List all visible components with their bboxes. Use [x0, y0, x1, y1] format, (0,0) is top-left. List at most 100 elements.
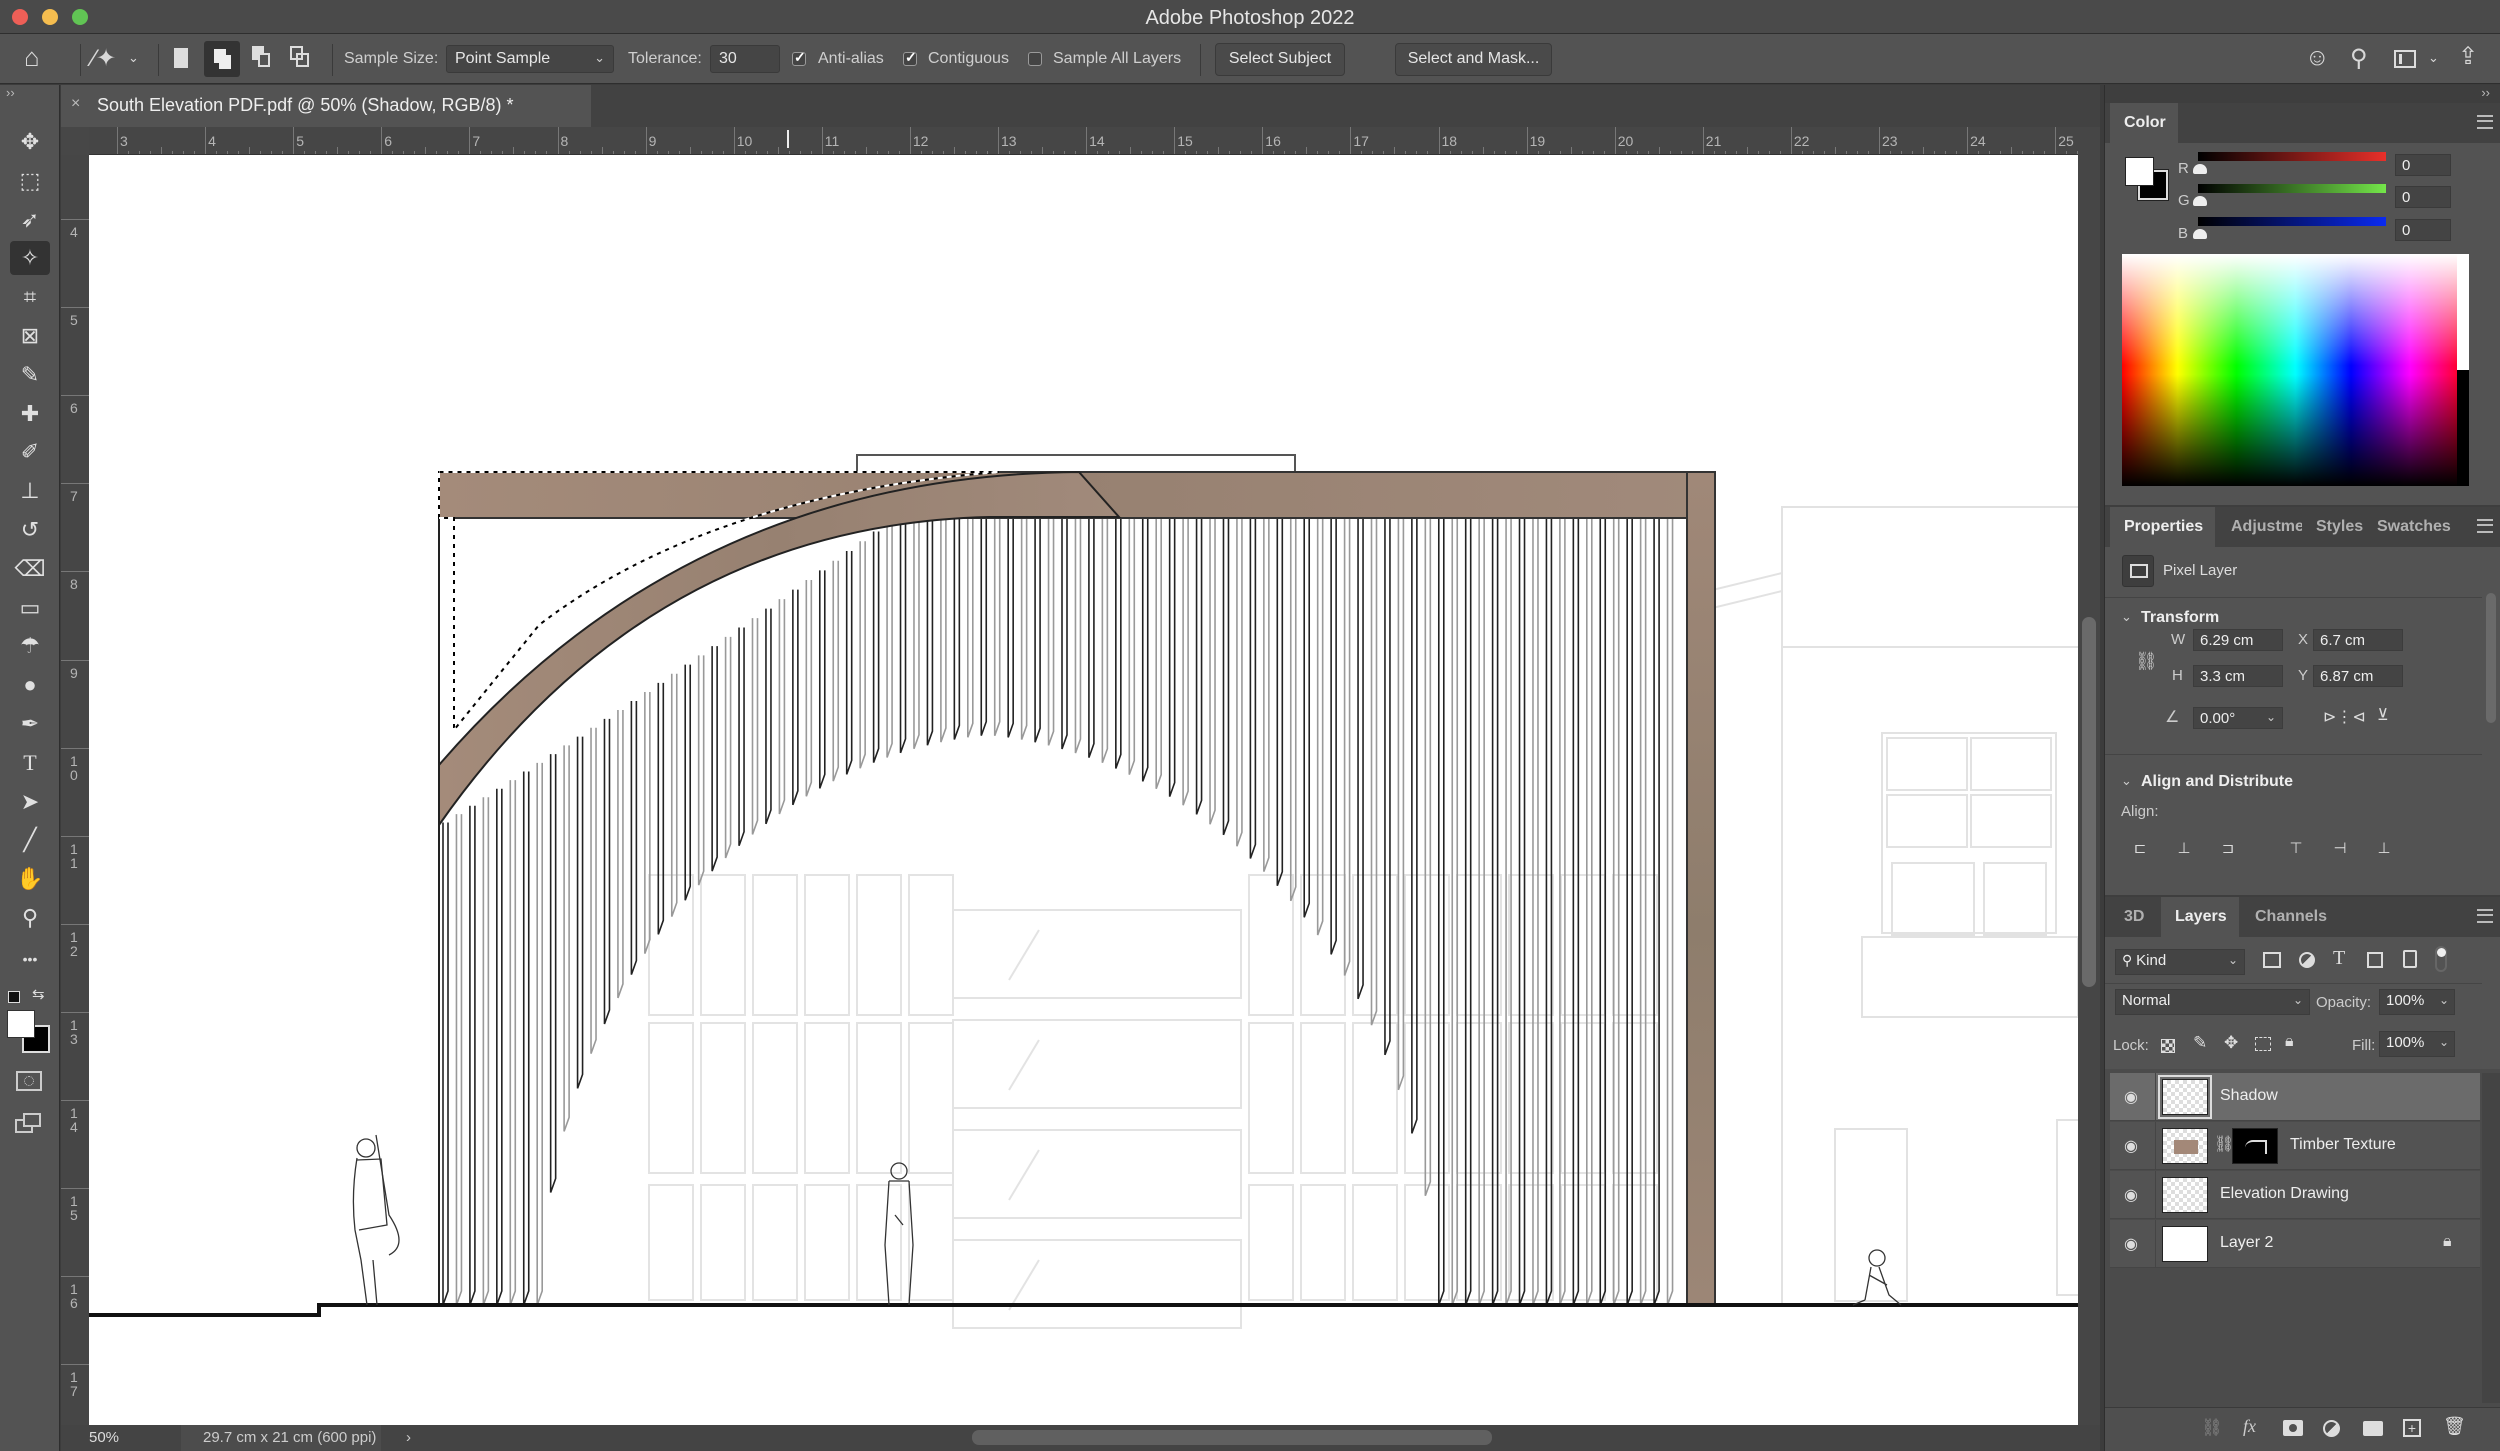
chevron-down-icon[interactable]: ⌄	[128, 50, 139, 66]
channel-r-slider[interactable]	[2198, 152, 2386, 161]
filter-type-icon[interactable]: T	[2333, 947, 2345, 970]
channel-r-input[interactable]: 0	[2395, 154, 2451, 176]
channel-g-slider[interactable]	[2198, 184, 2386, 193]
tab-adjustments[interactable]: Adjustme	[2217, 507, 2302, 547]
tolerance-input[interactable]: 30	[710, 45, 780, 73]
foreground-color-swatch[interactable]	[7, 1010, 35, 1038]
gradient-tool[interactable]: ▭	[10, 591, 50, 625]
collapse-dock-icon[interactable]: ››	[2481, 85, 2490, 100]
channel-g-thumb[interactable]	[2193, 196, 2207, 206]
visibility-eye-icon[interactable]: ◉	[2124, 1185, 2138, 1205]
channel-b-thumb[interactable]	[2193, 229, 2207, 239]
tab-styles[interactable]: Styles	[2302, 507, 2363, 547]
canvas[interactable]	[89, 155, 2078, 1425]
filter-toggle[interactable]	[2435, 946, 2447, 972]
align-horizontal-centers-icon[interactable]: ⊥	[2173, 839, 2195, 857]
document-tab[interactable]: × South Elevation PDF.pdf @ 50% (Shadow,…	[61, 85, 591, 127]
align-top-edges-icon[interactable]: ⊤	[2285, 839, 2307, 857]
contiguous-checkbox[interactable]	[903, 49, 917, 66]
share-learn-icon[interactable]: ☺	[2305, 44, 2330, 72]
y-input[interactable]: 6.87 cm	[2313, 665, 2403, 687]
subtract-from-selection-icon[interactable]	[252, 46, 272, 68]
zoom-level[interactable]: 50%	[89, 1429, 119, 1446]
move-tool[interactable]: ✥	[10, 125, 50, 159]
spectrum-black-swatch[interactable]	[2457, 370, 2469, 486]
intersect-selection-icon[interactable]	[290, 46, 310, 68]
add-to-selection-button[interactable]	[204, 41, 240, 77]
trash-icon[interactable]: 🗑︎	[2443, 1416, 2466, 1437]
properties-scrollbar-thumb[interactable]	[2486, 593, 2496, 723]
collapse-panel-icon[interactable]: ››	[6, 85, 15, 100]
tab-color[interactable]: Color	[2110, 103, 2178, 143]
flip-horizontal-icon[interactable]: ⊳⋮⊲	[2323, 707, 2366, 727]
spectrum-white-swatch[interactable]	[2457, 254, 2469, 370]
color-spectrum[interactable]	[2122, 254, 2469, 486]
channel-b-slider[interactable]	[2198, 217, 2386, 226]
tab-layers[interactable]: Layers	[2161, 897, 2239, 937]
lock-position-icon[interactable]: ✥	[2224, 1033, 2238, 1053]
height-input[interactable]: 3.3 cm	[2193, 665, 2283, 687]
eraser-tool[interactable]: ⌫	[10, 552, 50, 586]
quick-mask-icon[interactable]	[16, 1071, 42, 1091]
align-right-edges-icon[interactable]: ⊐	[2217, 839, 2239, 857]
filter-adjustment-icon[interactable]	[2299, 952, 2315, 968]
fx-icon[interactable]: fx	[2243, 1416, 2256, 1437]
healing-brush-tool[interactable]: ✚	[10, 397, 50, 431]
type-tool[interactable]: T	[10, 746, 50, 780]
eyedropper-tool[interactable]: ✎	[10, 358, 50, 392]
layer-filter-select[interactable]: ⚲ Kind ⌄	[2115, 949, 2245, 975]
panel-menu-icon[interactable]	[2477, 519, 2493, 533]
channel-b-input[interactable]: 0	[2395, 219, 2451, 241]
brush-tool[interactable]: ✐	[10, 435, 50, 469]
transform-collapse-icon[interactable]: ⌄	[2121, 609, 2132, 625]
width-input[interactable]: 6.29 cm	[2193, 629, 2283, 651]
new-selection-icon[interactable]	[174, 48, 188, 68]
align-vertical-centers-icon[interactable]: ⊣	[2329, 839, 2351, 857]
history-brush-tool[interactable]: ↺	[10, 513, 50, 547]
panel-menu-icon[interactable]	[2477, 909, 2493, 923]
close-tab-icon[interactable]: ×	[71, 95, 80, 113]
vertical-scrollbar[interactable]	[2078, 127, 2100, 1425]
anti-alias-checkbox[interactable]	[792, 49, 806, 66]
adjustment-layer-icon[interactable]	[2323, 1420, 2340, 1437]
share-icon[interactable]: ⇪	[2458, 42, 2478, 71]
filter-pixel-icon[interactable]	[2263, 952, 2281, 968]
ruler-origin[interactable]	[61, 127, 89, 155]
edit-toolbar[interactable]: •••	[10, 940, 50, 974]
default-colors-icon[interactable]	[8, 991, 20, 1003]
tab-swatches[interactable]: Swatches	[2363, 507, 2451, 547]
search-icon[interactable]: ⚲	[2350, 44, 2368, 73]
workspace-icon[interactable]	[2394, 50, 2416, 68]
channel-g-input[interactable]: 0	[2395, 186, 2451, 208]
lasso-tool[interactable]: ➶	[10, 203, 50, 237]
filter-shape-icon[interactable]	[2367, 952, 2383, 968]
magic-wand-tool[interactable]: ✧	[10, 241, 50, 276]
sample-all-layers-checkbox[interactable]	[1028, 52, 1042, 66]
fill-input[interactable]: 100% ⌄	[2379, 1031, 2455, 1057]
align-collapse-icon[interactable]: ⌄	[2121, 773, 2132, 789]
lock-all-icon[interactable]: 🔒︎	[2285, 1033, 2294, 1051]
channel-r-thumb[interactable]	[2193, 164, 2207, 174]
filter-smart-object-icon[interactable]	[2403, 950, 2417, 968]
path-selection-tool[interactable]: ➤	[10, 785, 50, 819]
chevron-down-icon[interactable]: ⌄	[2428, 50, 2439, 66]
marquee-tool[interactable]: ⬚	[10, 164, 50, 198]
tab-3d[interactable]: 3D	[2110, 897, 2160, 937]
visibility-eye-icon[interactable]: ◉	[2124, 1234, 2138, 1254]
lock-artboard-icon[interactable]	[2255, 1037, 2271, 1051]
tab-channels[interactable]: Channels	[2241, 897, 2337, 937]
home-icon[interactable]: ⌂	[24, 42, 40, 73]
layer-row-elevation-drawing[interactable]: ◉ Elevation Drawing	[2110, 1171, 2480, 1219]
visibility-eye-icon[interactable]: ◉	[2124, 1087, 2138, 1107]
horizontal-scrollbar-thumb[interactable]	[972, 1430, 1492, 1445]
select-and-mask-button[interactable]: Select and Mask...	[1395, 43, 1552, 76]
hand-tool[interactable]: ✋	[10, 862, 50, 896]
vertical-ruler[interactable]: 4 5 6 7 8 9 10 11 12 13 14 15 16 17	[61, 155, 89, 1425]
opacity-input[interactable]: 100% ⌄	[2379, 989, 2455, 1015]
flip-vertical-icon[interactable]: ⊻	[2377, 705, 2389, 725]
layer-row-layer-2[interactable]: ◉ Layer 2 🔒︎	[2110, 1220, 2480, 1268]
angle-input[interactable]: 0.00° ⌄	[2193, 707, 2283, 729]
blend-mode-select[interactable]: Normal ⌄	[2115, 989, 2310, 1015]
screen-mode-icon[interactable]	[15, 1111, 43, 1135]
pen-tool[interactable]: ✒	[10, 707, 50, 741]
